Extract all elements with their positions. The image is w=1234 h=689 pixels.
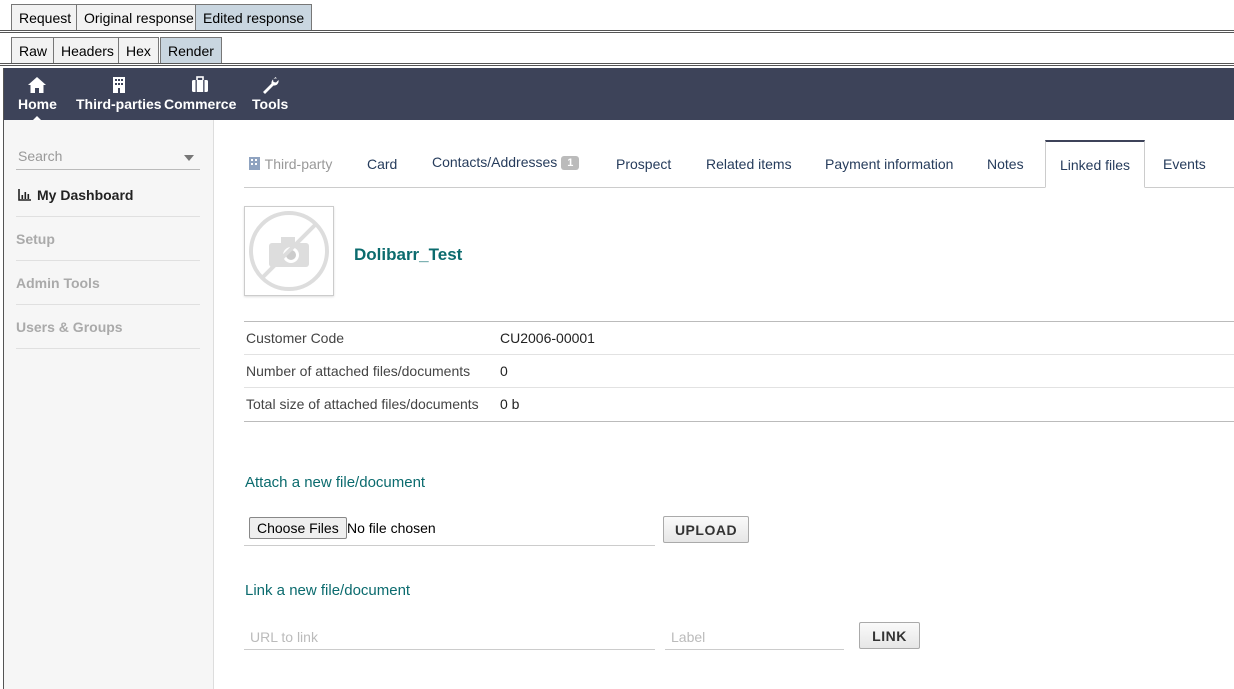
chevron-down-icon [184, 155, 194, 161]
record-tabs: Third-party Card Contacts/Addresses 1 Pro… [244, 140, 1234, 188]
link-button[interactable]: LINK [859, 622, 920, 649]
tab-card[interactable]: Card [367, 156, 397, 172]
company-photo-placeholder [244, 206, 334, 296]
tab-linked-files[interactable]: Linked files [1045, 140, 1146, 188]
nav-tools[interactable]: Tools [252, 76, 288, 112]
suitcase-icon [164, 76, 236, 94]
tab-notes[interactable]: Notes [987, 156, 1024, 172]
bar-chart-icon [18, 188, 31, 204]
building-icon [248, 156, 265, 172]
row-label: Customer Code [246, 330, 345, 346]
home-icon [18, 76, 57, 94]
tab-headers[interactable]: Headers [53, 37, 122, 64]
burp-message-tabs: Request Original response Edited respons… [0, 0, 1234, 33]
table-row: Number of attached files/documents 0 [244, 355, 1234, 388]
sidebar-item-my-dashboard[interactable]: My Dashboard [16, 173, 200, 217]
nav-commerce[interactable]: Commerce [164, 76, 236, 112]
building-icon [76, 76, 162, 94]
nav-home[interactable]: Home [18, 76, 57, 122]
no-photo-icon [249, 211, 329, 291]
search-select[interactable]: Search [16, 144, 200, 170]
left-sidebar: Search My Dashboard Setup Admin Tools Us… [4, 120, 214, 689]
main-content: Third-party Card Contacts/Addresses 1 Pro… [244, 120, 1234, 689]
choose-files-button[interactable]: Choose Files [249, 517, 347, 539]
tab-divider [0, 63, 1234, 66]
tab-hex[interactable]: Hex [118, 37, 159, 64]
table-row: Total size of attached files/documents 0… [244, 388, 1234, 421]
sidebar-item-admin-tools[interactable]: Admin Tools [16, 261, 200, 305]
tab-payment-information[interactable]: Payment information [825, 156, 953, 172]
row-value: 0 [500, 363, 508, 379]
nav-third-parties-label: Third-parties [76, 96, 162, 112]
nav-third-parties[interactable]: Third-parties [76, 76, 162, 112]
link-section-title: Link a new file/document [245, 582, 411, 599]
url-input[interactable]: URL to link [244, 620, 655, 650]
row-value: 0 b [500, 396, 520, 412]
company-name[interactable]: Dolibarr_Test [354, 245, 462, 265]
tab-third-party[interactable]: Third-party [248, 156, 332, 172]
tab-request[interactable]: Request [11, 4, 80, 31]
row-label: Number of attached files/documents [246, 363, 471, 379]
tab-contacts-addresses[interactable]: Contacts/Addresses 1 [432, 154, 580, 170]
table-row: Customer Code CU2006-00001 [244, 322, 1234, 355]
tab-divider [0, 30, 1234, 33]
nav-tools-label: Tools [252, 96, 289, 112]
count-badge: 1 [561, 156, 580, 170]
row-value: CU2006-00001 [500, 330, 595, 346]
search-placeholder: Search [18, 148, 63, 164]
tab-related-items[interactable]: Related items [706, 156, 792, 172]
burp-view-tabs: Raw Headers Hex Render [0, 34, 1234, 66]
rendered-page: Home Third-parties Commerce Tools Search [3, 68, 1234, 689]
tab-raw[interactable]: Raw [11, 37, 56, 64]
upload-button[interactable]: UPLOAD [663, 516, 749, 543]
sidebar-item-label: My Dashboard [37, 187, 134, 203]
sidebar-item-setup[interactable]: Setup [16, 217, 200, 261]
attach-section-title: Attach a new file/document [245, 474, 426, 491]
tab-edited-response[interactable]: Edited response [195, 4, 313, 31]
top-navbar: Home Third-parties Commerce Tools [4, 68, 1234, 122]
sidebar-item-users-groups[interactable]: Users & Groups [16, 305, 200, 349]
tab-original-response[interactable]: Original response [76, 4, 202, 31]
file-input[interactable]: Choose Files No file chosen [244, 514, 655, 546]
tab-label: Contacts/Addresses [432, 154, 558, 170]
wrench-icon [252, 76, 288, 94]
info-table: Customer Code CU2006-00001 Number of att… [244, 321, 1234, 422]
row-label: Total size of attached files/documents [246, 396, 479, 412]
no-file-text: No file chosen [347, 520, 436, 536]
label-input[interactable]: Label [665, 620, 844, 650]
nav-home-label: Home [18, 96, 57, 112]
nav-commerce-label: Commerce [164, 96, 237, 112]
tab-label: Third-party [264, 156, 333, 172]
tab-events[interactable]: Events [1163, 156, 1206, 172]
tab-prospect[interactable]: Prospect [616, 156, 671, 172]
tab-render[interactable]: Render [160, 37, 222, 64]
